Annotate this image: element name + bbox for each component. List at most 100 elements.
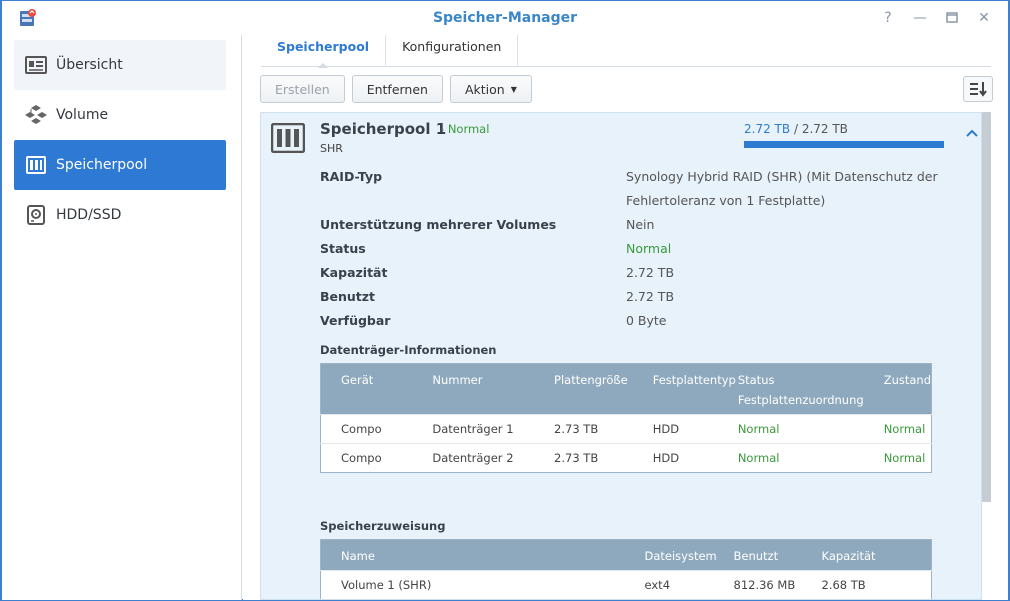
hdd-icon xyxy=(24,203,48,227)
property-value: 2.72 TB xyxy=(626,265,675,280)
remove-button[interactable]: Entfernen xyxy=(351,75,443,103)
overview-icon xyxy=(24,53,48,77)
column-header[interactable]: Benutzt xyxy=(733,539,822,571)
table-header-row: Name Dateisystem Benutzt Kapazität xyxy=(320,539,932,571)
storage-pool-icon xyxy=(271,123,305,153)
table-cell: Normal xyxy=(863,414,932,444)
sidebar-item-volume[interactable]: Volume xyxy=(14,90,226,140)
table-cell: Volume 1 (SHR) xyxy=(320,570,645,599)
property-value: Normal xyxy=(626,241,672,256)
pool-type: SHR xyxy=(320,142,343,155)
usage-total: 2.72 TB xyxy=(801,122,848,136)
sort-icon xyxy=(970,82,987,97)
column-header[interactable]: Dateisystem xyxy=(644,539,734,571)
column-header[interactable]: Status Festplattenzuordnung xyxy=(737,363,864,415)
allocation-title: Speicherzuweisung xyxy=(320,519,446,533)
property-key: Status xyxy=(320,241,366,256)
usage-text: 2.72 TB / 2.72 TB xyxy=(744,122,848,136)
property-row: Kapazität 2.72 TB xyxy=(320,261,960,285)
sidebar-item-overview[interactable]: Übersicht xyxy=(14,40,226,90)
property-row: Verfügbar 0 Byte xyxy=(320,309,960,333)
scrollbar[interactable] xyxy=(982,112,991,502)
disk-info-table: Gerät Nummer Plattengröße Festplattentyp… xyxy=(320,363,932,473)
table-cell: HDD xyxy=(632,443,738,473)
sidebar-item-storage-pool[interactable]: Speicherpool xyxy=(14,140,226,190)
table-cell: 2.73 TB xyxy=(534,414,633,444)
table-row[interactable]: Compo Datenträger 1 2.73 TB HDD Normal Normal xyxy=(320,414,932,444)
sidebar-item-label: Übersicht xyxy=(56,57,123,73)
table-cell: Compo xyxy=(320,443,413,473)
property-value: Synology Hybrid RAID (SHR) (Mit Datensch… xyxy=(626,169,938,208)
action-button[interactable]: Aktion ▼ xyxy=(449,75,532,103)
pool-title: Speicherpool 1 xyxy=(320,120,447,138)
table-cell: Datenträger 2 xyxy=(412,443,535,473)
property-row: RAID-Typ Synology Hybrid RAID (SHR) (Mit … xyxy=(320,165,960,213)
property-row: Benutzt 2.72 TB xyxy=(320,285,960,309)
storage-pool-icon xyxy=(24,153,48,177)
table-cell: Normal xyxy=(737,414,864,444)
disk-info-title: Datenträger-Informationen xyxy=(320,343,497,357)
table-cell: ext4 xyxy=(644,570,734,599)
column-header[interactable]: Plattengröße xyxy=(534,363,633,415)
action-button-label: Aktion xyxy=(464,81,505,97)
table-cell: 2.68 TB xyxy=(821,570,932,599)
column-header[interactable]: Nummer xyxy=(412,363,535,415)
collapse-icon[interactable] xyxy=(965,127,979,141)
tab-storage-pool[interactable]: Speicherpool xyxy=(261,35,387,68)
maximize-icon[interactable] xyxy=(942,9,962,27)
table-row[interactable]: Volume 1 (SHR) ext4 812.36 MB 2.68 TB xyxy=(320,570,932,599)
help-icon[interactable]: ? xyxy=(878,9,898,27)
table-cell: Datenträger 1 xyxy=(412,414,535,444)
close-icon[interactable]: ✕ xyxy=(974,9,994,27)
minimize-icon[interactable]: — xyxy=(910,9,930,27)
column-header[interactable]: Gerät xyxy=(320,363,413,415)
sidebar-item-label: Volume xyxy=(56,107,109,123)
table-row[interactable]: Compo Datenträger 2 2.73 TB HDD Normal Normal xyxy=(320,443,932,473)
column-header[interactable]: Festplattentyp xyxy=(632,363,738,415)
allocation-table: Name Dateisystem Benutzt Kapazität Volum… xyxy=(320,539,932,599)
column-header[interactable]: Name xyxy=(320,539,645,571)
tab-bar: Speicherpool Konfigurationen xyxy=(261,35,991,68)
property-key: RAID-Typ xyxy=(320,169,383,184)
volume-icon xyxy=(24,103,48,127)
tab-configurations[interactable]: Konfigurationen xyxy=(386,35,519,67)
create-button[interactable]: Erstellen xyxy=(260,75,345,103)
sort-button[interactable] xyxy=(963,76,993,102)
pool-status-text: Normal xyxy=(447,122,490,136)
caret-down-icon: ▼ xyxy=(510,84,517,94)
main-content: Speicherpool Konfigurationen Erstellen E… xyxy=(243,35,1008,600)
usage-bar-fill xyxy=(744,141,944,148)
table-cell: 2.73 TB xyxy=(534,443,633,473)
table-cell: Compo xyxy=(320,414,413,444)
table-cell: HDD xyxy=(632,414,738,444)
table-cell: 812.36 MB xyxy=(733,570,822,599)
usage-used: 2.72 TB xyxy=(744,122,791,136)
property-key: Kapazität xyxy=(320,265,388,280)
pool-properties: RAID-Typ Synology Hybrid RAID (SHR) (Mit … xyxy=(320,165,960,333)
property-key: Benutzt xyxy=(320,289,376,304)
sidebar-item-hdd-ssd[interactable]: HDD/SSD xyxy=(14,190,226,240)
title-bar: Speicher-Manager ? — ✕ xyxy=(2,1,1008,35)
sidebar: Übersicht Volume Speicherpool HDD/SSD xyxy=(2,35,242,600)
property-value: 0 Byte xyxy=(626,313,667,328)
property-value: Nein xyxy=(626,217,655,232)
window-title: Speicher-Manager xyxy=(432,10,578,26)
property-value: 2.72 TB xyxy=(626,289,675,304)
sidebar-item-label: Speicherpool xyxy=(56,157,148,173)
property-row: Unterstützung mehrerer Volumes Nein xyxy=(320,213,960,237)
usage-bar xyxy=(744,141,944,148)
property-key: Verfügbar xyxy=(320,313,391,328)
storage-pool-panel[interactable]: Speicherpool 1 - Normal SHR 2.72 TB / 2.… xyxy=(260,112,982,600)
pool-status: - Normal xyxy=(440,122,489,136)
table-cell: Normal xyxy=(737,443,864,473)
property-key: Unterstützung mehrerer Volumes xyxy=(320,217,557,232)
column-header[interactable]: Zustand xyxy=(863,363,932,415)
table-header-row: Gerät Nummer Plattengröße Festplattentyp… xyxy=(320,363,932,415)
toolbar: Erstellen Entfernen Aktion ▼ xyxy=(260,75,532,103)
column-header[interactable]: Kapazität xyxy=(821,539,932,571)
usage-separator: / xyxy=(793,122,798,136)
sidebar-item-label: HDD/SSD xyxy=(56,207,122,223)
table-cell: Normal xyxy=(863,443,932,473)
status-separator: - xyxy=(440,122,445,136)
app-window: Speicher-Manager ? — ✕ Übersicht Volume xyxy=(0,0,1010,601)
